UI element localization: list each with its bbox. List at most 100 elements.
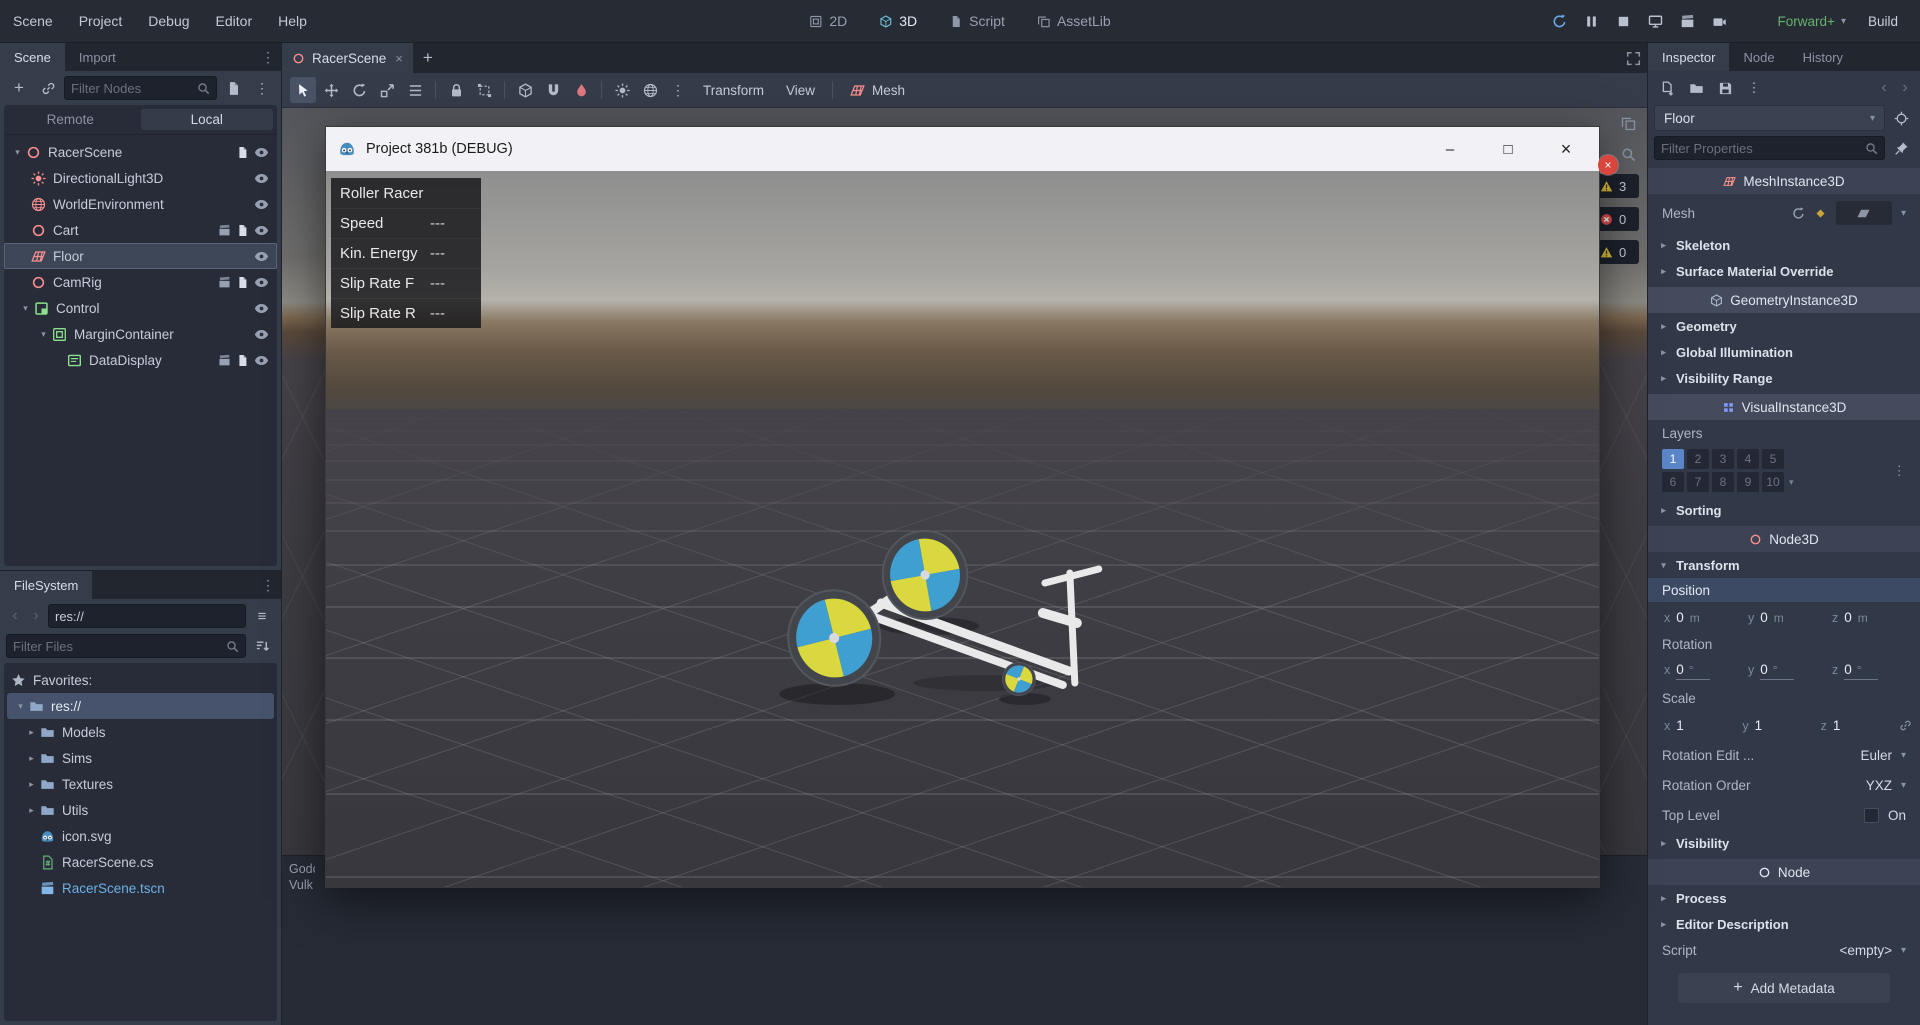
collapse-arrow-icon[interactable]: ▾ [18, 303, 33, 314]
property-scale[interactable]: Scale [1648, 686, 1920, 710]
stop-button[interactable] [1610, 7, 1638, 35]
menu-debug[interactable]: Debug [135, 0, 202, 43]
group-sorting[interactable]: ▸ Sorting [1648, 497, 1920, 523]
restart-button[interactable] [1546, 7, 1574, 35]
close-tab-icon[interactable]: × [393, 51, 403, 66]
tree-node-directionallight3d[interactable]: DirectionalLight3D [4, 165, 277, 191]
fs-item-icon-svg[interactable]: icon.svg [4, 823, 277, 849]
preview-sun-button[interactable] [609, 77, 635, 103]
tree-node-racerscene[interactable]: ▾ RacerScene [4, 139, 277, 165]
pause-button[interactable] [1578, 7, 1606, 35]
resource-menu-icon[interactable]: ⋮ [1741, 75, 1767, 101]
scale-z-field[interactable]: z 1 [1821, 718, 1895, 733]
group-transform[interactable]: ▾ Transform [1648, 552, 1920, 578]
layer-6[interactable]: 6 [1662, 472, 1684, 492]
expand-arrow-icon[interactable]: ▸ [24, 805, 39, 816]
group-visibility-range[interactable]: ▸ Visibility Range [1648, 365, 1920, 391]
property-mesh[interactable]: Mesh ▾ [1648, 194, 1920, 232]
scene-tree-menu-icon[interactable]: ⋮ [249, 75, 275, 101]
top-level-checkbox[interactable] [1863, 807, 1879, 823]
fs-item-textures[interactable]: ▸ Textures [4, 771, 277, 797]
link-scale-icon[interactable] [1899, 719, 1912, 732]
history-forward-button[interactable]: › [1896, 75, 1914, 101]
mesh-menu[interactable]: Mesh [840, 77, 915, 103]
filter-files-input[interactable] [13, 638, 221, 654]
tree-node-worldenvironment[interactable]: WorldEnvironment [4, 191, 277, 217]
script-icon[interactable] [236, 224, 249, 237]
edited-object-select[interactable]: Floor ▾ [1654, 105, 1885, 131]
property-rotation[interactable]: Rotation [1648, 632, 1920, 656]
build-button[interactable]: Build [1858, 14, 1908, 29]
tab-inspector[interactable]: Inspector [1648, 43, 1730, 71]
dock-menu-icon[interactable]: ⋮ [255, 571, 281, 599]
group-surface-material-override[interactable]: ▸ Surface Material Override [1648, 258, 1920, 284]
tree-node-datadisplay[interactable]: DataDisplay [4, 347, 277, 373]
tab-node[interactable]: Node [1729, 43, 1788, 71]
position-z-field[interactable]: z 0 m [1832, 610, 1912, 625]
lock-node-button[interactable] [443, 77, 469, 103]
visibility-eye-icon[interactable] [254, 275, 269, 290]
renderer-select[interactable]: Forward+ ▾ [1770, 14, 1854, 29]
path-breadcrumb[interactable]: res:// [48, 604, 246, 628]
fs-item-models[interactable]: ▸ Models [4, 719, 277, 745]
position-x-field[interactable]: x 0 m [1664, 610, 1744, 625]
filter-properties-input[interactable] [1661, 140, 1860, 156]
list-select-button[interactable] [402, 77, 428, 103]
copy-icon[interactable] [1617, 112, 1639, 134]
game-window[interactable]: Project 381b (DEBUG) – □ × Roller Racer … [325, 126, 1600, 888]
expand-viewport-icon[interactable] [1620, 43, 1647, 73]
view-menu[interactable]: View [776, 77, 825, 103]
tab-scene[interactable]: Scene [0, 43, 65, 71]
rotation-z-field[interactable]: z 0 ° [1832, 662, 1912, 680]
tab-filesystem[interactable]: FileSystem [0, 571, 93, 599]
add-node-button[interactable]: + [6, 75, 32, 101]
preview-environment-button[interactable] [637, 77, 663, 103]
game-viewport[interactable]: Roller Racer Speed --- Kin. Energy --- S… [326, 171, 1599, 887]
group-skeleton[interactable]: ▸ Skeleton [1648, 232, 1920, 258]
menu-scene[interactable]: Scene [0, 0, 66, 43]
tree-node-cart[interactable]: Cart [4, 217, 277, 243]
scene-tab-racerscene[interactable]: RacerScene × [282, 43, 413, 73]
preview-settings-icon[interactable]: ⋮ [665, 77, 691, 103]
mesh-extra-icon[interactable] [1792, 207, 1805, 220]
class-header-visualinstance3d[interactable]: VisualInstance3D [1648, 394, 1920, 420]
collapse-arrow-icon[interactable]: ▾ [36, 329, 51, 340]
class-header-node3d[interactable]: Node3D [1648, 526, 1920, 552]
history-forward-button[interactable]: › [27, 603, 45, 629]
select-tool-button[interactable] [290, 77, 316, 103]
layer-10[interactable]: 10 [1762, 472, 1784, 492]
history-back-button[interactable]: ‹ [1875, 75, 1893, 101]
collapse-arrow-icon[interactable]: ▾ [13, 701, 28, 712]
workspace-3d[interactable]: 3D [867, 0, 929, 42]
property-rotation-edit[interactable]: Rotation Edit ... Euler ▾ [1648, 740, 1920, 770]
attach-script-button[interactable] [220, 75, 246, 101]
group-visibility[interactable]: ▸ Visibility [1648, 830, 1920, 856]
pin-icon[interactable] [1888, 135, 1914, 161]
notification-close-icon[interactable]: × [1598, 155, 1618, 175]
scene-instance-icon[interactable] [218, 276, 231, 289]
property-position[interactable]: Position [1648, 578, 1920, 602]
history-back-button[interactable]: ‹ [6, 603, 24, 629]
sort-files-icon[interactable] [249, 633, 275, 659]
tab-import[interactable]: Import [65, 43, 130, 71]
tree-node-control[interactable]: ▾ Control [4, 295, 277, 321]
remote-button[interactable]: Remote [4, 109, 137, 130]
tab-history[interactable]: History [1789, 43, 1857, 71]
scene-instance-icon[interactable] [218, 354, 231, 367]
fs-item-res[interactable]: ▾ res:// [7, 693, 274, 719]
layer-7[interactable]: 7 [1687, 472, 1709, 492]
scene-instance-icon[interactable] [218, 224, 231, 237]
fs-item-utils[interactable]: ▸ Utils [4, 797, 277, 823]
mesh-preview[interactable] [1835, 201, 1892, 225]
visibility-eye-icon[interactable] [254, 301, 269, 316]
menu-project[interactable]: Project [66, 0, 136, 43]
new-resource-button[interactable] [1654, 75, 1680, 101]
layer-4[interactable]: 4 [1737, 449, 1759, 469]
visibility-eye-icon[interactable] [254, 223, 269, 238]
expand-arrow-icon[interactable]: ▸ [24, 779, 39, 790]
tree-node-camrig[interactable]: CamRig [4, 269, 277, 295]
chevron-down-icon[interactable]: ▾ [1901, 208, 1906, 219]
layer-5[interactable]: 5 [1762, 449, 1784, 469]
scale-tool-button[interactable] [374, 77, 400, 103]
filter-nodes-input[interactable] [71, 80, 192, 96]
